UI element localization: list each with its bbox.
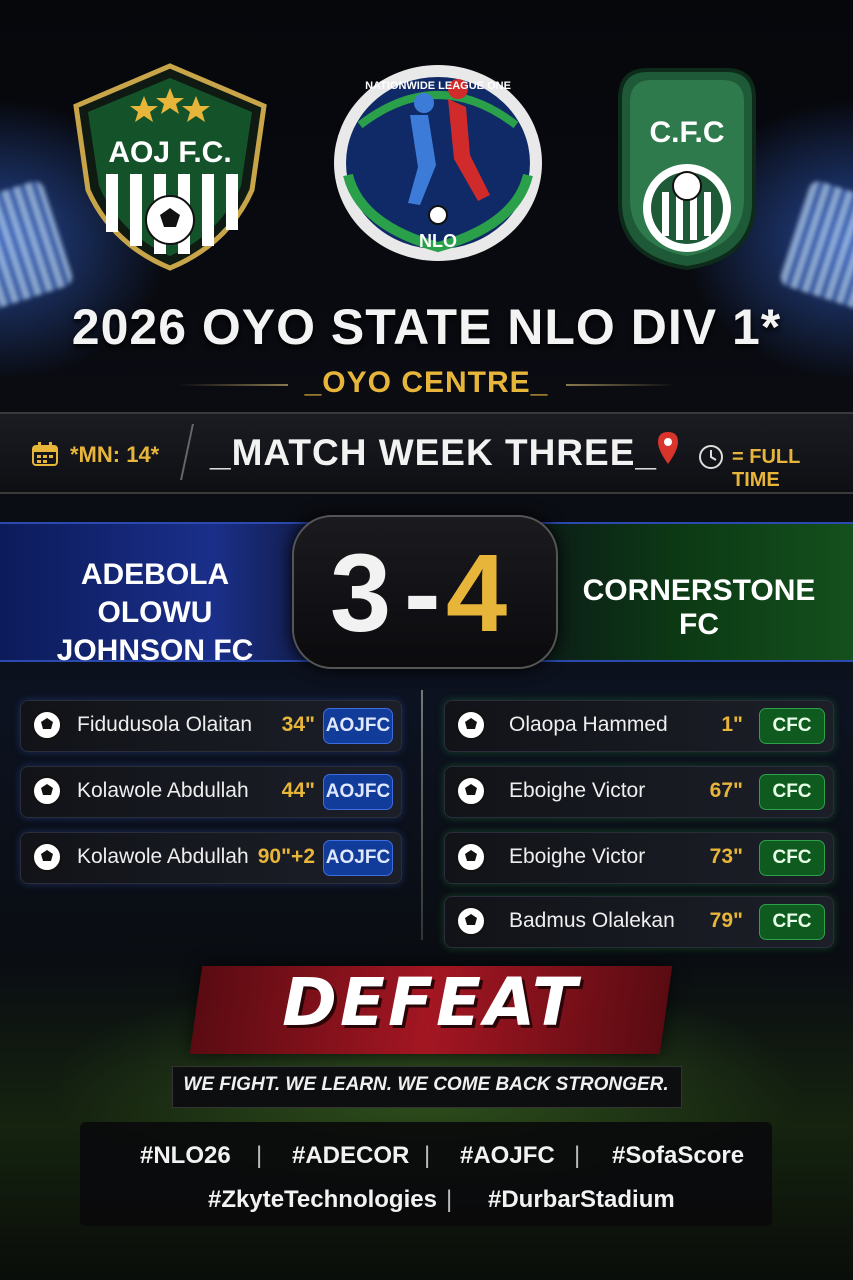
match-result-poster: AOJ F.C. NATIONWIDE LEAGUE ONE NLO C.F.C…	[0, 0, 853, 1280]
team-badge: CFC	[759, 840, 825, 876]
home-team-name-line2: JOHNSON FC	[56, 634, 254, 667]
hashtag-separator: |	[256, 1142, 263, 1169]
team-badge: CFC	[759, 774, 825, 810]
nlo-league-crest: NATIONWIDE LEAGUE ONE NLO	[334, 65, 542, 261]
goal-minute: 1"	[721, 713, 743, 736]
location-pin-icon	[658, 432, 678, 464]
goal-minute: 67"	[709, 779, 743, 802]
team-badge: CFC	[759, 708, 825, 744]
scorer-name: Eboighe Victor	[509, 845, 646, 868]
stadium-light-left	[0, 178, 75, 312]
calendar-icon	[32, 442, 58, 466]
goal-minute: 79"	[709, 909, 743, 932]
goal-minute: 73"	[709, 845, 743, 868]
football-icon	[456, 906, 486, 936]
home-scorer-row: Kolawole Abdullah 90"+2 AOJFC	[20, 832, 402, 884]
goal-minute: 90"+2	[257, 845, 315, 868]
cfc-crest: C.F.C	[618, 68, 756, 271]
goal-minute: 44"	[281, 779, 315, 802]
away-scorer-row: Eboighe Victor 67" CFC	[444, 766, 834, 818]
hashtag-separator: |	[446, 1186, 453, 1213]
team-badge: CFC	[759, 904, 825, 940]
hashtag-separator: |	[574, 1142, 581, 1169]
football-icon	[32, 842, 62, 872]
team-badge: AOJFC	[323, 774, 393, 810]
stadium-light-right	[778, 178, 853, 312]
hashtag: #ADECOR	[292, 1142, 410, 1169]
football-icon	[32, 776, 62, 806]
match-week-label: _MATCH WEEK THREE_	[210, 432, 657, 473]
away-scorer-row: Olaopa Hammed 1" CFC	[444, 700, 834, 752]
cfc-crest-text: C.F.C	[650, 116, 725, 149]
hashtag-separator: |	[424, 1142, 431, 1169]
away-team-name: CORNERSTONE FC	[582, 574, 816, 641]
aoj-fc-crest: AOJ F.C.	[73, 63, 267, 271]
aoj-crest-text: AOJ F.C.	[108, 136, 231, 169]
result-label: DEFEAT	[282, 964, 580, 1041]
home-scorer-row: Fidudusola Olaitan 34" AOJFC	[20, 700, 402, 752]
scorer-name: Eboighe Victor	[509, 779, 646, 802]
scorer-name: Badmus Olalekan	[509, 909, 675, 932]
home-team-name-line1: ADEBOLA OLOWU	[80, 558, 230, 629]
page-subtitle: _OYO CENTRE_	[304, 366, 549, 399]
home-scorer-row: Kolawole Abdullah 44" AOJFC	[20, 766, 402, 818]
hashtag: #DurbarStadium	[488, 1186, 675, 1213]
football-icon	[456, 710, 486, 740]
scorer-name: Kolawole Abdullah	[77, 845, 249, 868]
page-title: 2026 OYO STATE NLO DIV 1*	[71, 299, 782, 355]
home-score: 3	[330, 532, 392, 655]
football-icon	[456, 776, 486, 806]
hashtag: #ZkyteTechnologies	[208, 1186, 437, 1213]
scorer-name: Olaopa Hammed	[509, 713, 668, 736]
scorer-name: Fidudusola Olaitan	[77, 713, 253, 736]
slogan-text: WE FIGHT. WE LEARN. WE COME BACK STRONGE…	[183, 1074, 669, 1095]
goal-minute: 34"	[281, 713, 315, 736]
scorers-divider	[421, 690, 423, 940]
hashtag: #NLO26	[140, 1142, 231, 1169]
away-scorer-row: Badmus Olalekan 79" CFC	[444, 896, 834, 948]
football-icon	[456, 842, 486, 872]
football-icon	[32, 710, 62, 740]
nlo-short-text: NLO	[419, 231, 457, 251]
match-status: = FULL TIME	[732, 446, 800, 491]
clock-icon	[699, 445, 723, 469]
away-scorer-row: Eboighe Victor 73" CFC	[444, 832, 834, 884]
match-number: *MN: 14*	[70, 442, 160, 467]
hashtag: #SofaScore	[612, 1142, 745, 1169]
scorer-name: Kolawole Abdullah	[77, 779, 249, 802]
home-team-name: ADEBOLA OLOWU JOHNSON FC	[20, 556, 290, 670]
score-dash: -	[404, 532, 441, 655]
away-score: 4	[446, 532, 508, 655]
team-badge: AOJFC	[323, 840, 393, 876]
nlo-arc-text: NATIONWIDE LEAGUE ONE	[365, 80, 511, 92]
team-badge: AOJFC	[323, 708, 393, 744]
hashtag: #AOJFC	[460, 1142, 555, 1169]
